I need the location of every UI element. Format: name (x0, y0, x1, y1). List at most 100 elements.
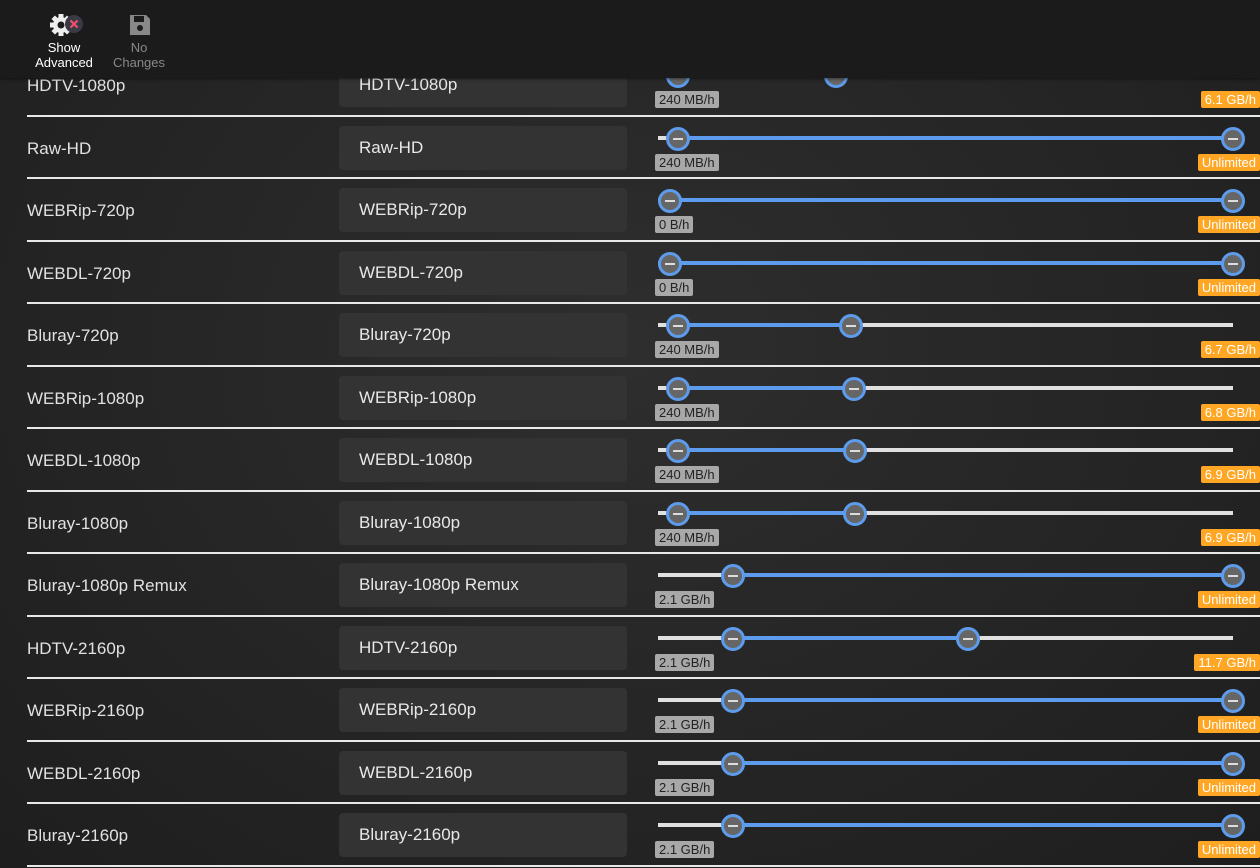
quality-title-input[interactable]: Bluray-1080p (339, 500, 627, 545)
quality-row: WEBDL-2160p WEBDL-2160p 2.1 GB/h Unlimit… (27, 742, 1260, 804)
quality-row: Bluray-720p Bluray-720p 240 MB/h 6.7 GB/… (27, 304, 1260, 367)
min-handle[interactable] (658, 251, 682, 276)
slider-fill (666, 510, 848, 515)
min-size-badge: 2.1 GB/h (655, 778, 715, 796)
min-handle[interactable] (721, 689, 746, 713)
max-handle[interactable] (842, 376, 867, 401)
quality-title-input[interactable]: WEBDL-2160p (339, 750, 627, 795)
slider-fill (658, 198, 1233, 202)
quality-row: Bluray-2160p Bluray-2160p 2.1 GB/h Unlim… (27, 804, 1260, 867)
max-handle[interactable] (843, 439, 868, 463)
min-handle[interactable] (721, 626, 746, 651)
save-icon (130, 15, 150, 35)
size-range-slider[interactable] (658, 751, 1245, 776)
size-range-slider[interactable] (658, 439, 1233, 463)
quality-name: Bluray-1080p (27, 513, 129, 533)
quality-title-input[interactable]: WEBDL-1080p (339, 438, 627, 482)
min-handle[interactable] (666, 126, 691, 151)
min-size-badge: 2.1 GB/h (655, 591, 715, 608)
min-handle[interactable] (666, 439, 691, 463)
size-range-slider[interactable] (658, 314, 1233, 338)
quality-name: Bluray-1080p Remux (27, 576, 187, 595)
max-handle[interactable] (1221, 126, 1245, 151)
quality-name: WEBRip-720p (27, 201, 135, 220)
max-size-badge: 6.7 GB/h (1200, 341, 1260, 358)
size-range-slider[interactable] (658, 689, 1245, 713)
min-size-badge: 240 MB/h (655, 403, 719, 421)
min-handle[interactable] (666, 501, 691, 526)
show-advanced-label-2: Advanced (35, 55, 93, 70)
quality-row: WEBRip-720p WEBRip-720p 0 B/h Unlimited (27, 179, 1260, 242)
quality-name: WEBRip-1080p (27, 388, 145, 408)
slider-fill (721, 635, 963, 640)
max-handle[interactable] (839, 314, 864, 338)
max-size-badge: Unlimited (1197, 841, 1260, 858)
max-handle[interactable] (1221, 251, 1245, 276)
quality-title-input[interactable]: WEBRip-720p (339, 188, 627, 232)
min-size-badge: 240 MB/h (655, 528, 719, 546)
slider-fill (666, 135, 1233, 140)
quality-title-input[interactable]: Bluray-1080p Remux (339, 563, 627, 607)
max-handle[interactable] (843, 501, 868, 526)
quality-name: WEBDL-2160p (27, 763, 141, 783)
slider-fill (666, 448, 848, 452)
max-size-badge: Unlimited (1197, 591, 1260, 608)
slider-fill (721, 760, 1233, 765)
quality-title-input[interactable]: WEBDL-720p (339, 250, 627, 295)
quality-definitions-list: HDTV-1080p HDTV-1080p 240 MB/h 6.1 GB/h R… (27, 54, 1260, 867)
quality-title-input[interactable]: Raw-HD (339, 125, 627, 170)
min-handle[interactable] (721, 564, 746, 588)
max-handle[interactable] (1221, 751, 1245, 776)
min-size-badge: 240 MB/h (655, 341, 719, 358)
min-handle[interactable] (721, 751, 746, 776)
show-advanced-button[interactable]: Show Advanced (29, 12, 99, 70)
min-size-badge: 240 MB/h (655, 91, 719, 108)
min-size-badge: 2.1 GB/h (655, 653, 715, 671)
size-range-slider[interactable] (658, 376, 1233, 401)
slider-fill (666, 385, 847, 390)
max-size-badge: Unlimited (1197, 278, 1260, 296)
max-handle[interactable] (1221, 814, 1245, 838)
min-handle[interactable] (721, 814, 746, 838)
quality-row: HDTV-2160p HDTV-2160p 2.1 GB/h 11.7 GB/h (27, 617, 1260, 679)
max-handle[interactable] (956, 626, 981, 651)
min-size-badge: 240 MB/h (655, 466, 719, 483)
size-range-slider[interactable] (658, 251, 1245, 276)
max-size-badge: 6.9 GB/h (1200, 528, 1260, 546)
gear-icon (50, 14, 83, 36)
quality-title-input[interactable]: HDTV-2160p (339, 625, 627, 670)
quality-name: HDTV-1080p (27, 76, 126, 95)
quality-name: HDTV-2160p (27, 638, 126, 658)
max-size-badge: Unlimited (1197, 778, 1260, 796)
size-range-slider[interactable] (658, 189, 1245, 213)
toolbar: Show Advanced No Changes (0, 0, 1260, 78)
quality-title-input[interactable]: Bluray-2160p (339, 813, 627, 857)
max-size-badge: Unlimited (1197, 153, 1260, 171)
size-range-slider[interactable] (658, 501, 1233, 526)
quality-title-input[interactable]: WEBRip-2160p (339, 688, 627, 732)
size-range-slider[interactable] (658, 814, 1245, 838)
max-size-badge: Unlimited (1197, 216, 1260, 233)
size-range-slider[interactable] (658, 564, 1245, 588)
max-handle[interactable] (1221, 564, 1245, 588)
max-size-badge: Unlimited (1197, 716, 1260, 733)
min-handle[interactable] (666, 314, 691, 338)
quality-title-input[interactable]: WEBRip-1080p (339, 375, 627, 420)
quality-title-input[interactable]: Bluray-720p (339, 313, 627, 357)
max-handle[interactable] (1221, 189, 1245, 213)
size-range-slider[interactable] (658, 626, 1233, 651)
quality-name: WEBDL-1080p (27, 451, 141, 470)
min-handle[interactable] (666, 376, 691, 401)
size-range-slider[interactable] (658, 126, 1245, 151)
quality-row: WEBRip-2160p WEBRip-2160p 2.1 GB/h Unlim… (27, 679, 1260, 742)
quality-name: WEBRip-2160p (27, 701, 145, 720)
min-handle[interactable] (658, 189, 682, 213)
save-button[interactable]: No Changes (104, 12, 174, 70)
max-handle[interactable] (1221, 689, 1245, 713)
quality-name: WEBDL-720p (27, 263, 131, 283)
quality-row: WEBDL-1080p WEBDL-1080p 240 MB/h 6.9 GB/… (27, 429, 1260, 492)
min-size-badge: 0 B/h (655, 216, 694, 233)
min-size-badge: 2.1 GB/h (655, 716, 715, 733)
max-size-badge: 6.8 GB/h (1200, 403, 1260, 421)
max-size-badge: 11.7 GB/h (1194, 653, 1260, 671)
